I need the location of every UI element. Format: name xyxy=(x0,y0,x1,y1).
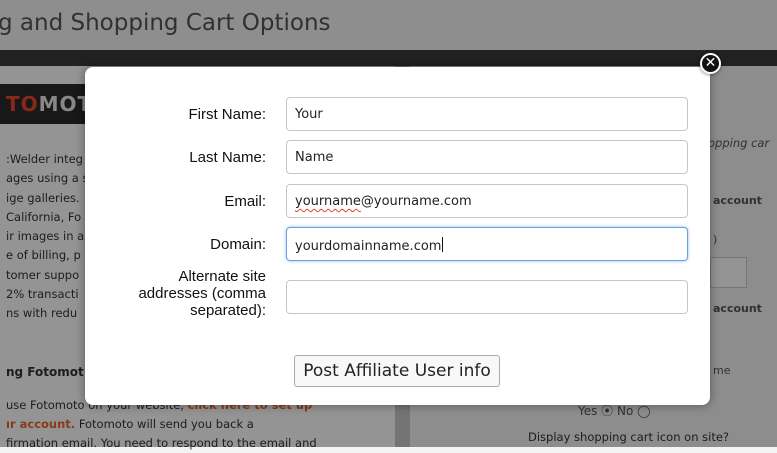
domain-field[interactable]: yourdomainname.com xyxy=(286,227,688,261)
first-name-label: First Name: xyxy=(188,106,266,123)
last-name-label: Last Name: xyxy=(189,149,266,166)
domain-label: Domain: xyxy=(210,236,266,253)
text-caret xyxy=(442,237,444,252)
first-name-field[interactable]: Your xyxy=(286,97,688,131)
post-affiliate-user-info-button[interactable]: Post Affiliate User info xyxy=(294,355,500,387)
email-label: Email: xyxy=(224,193,266,210)
last-name-field[interactable]: Name xyxy=(286,140,688,174)
email-field[interactable]: yourname@yourname.com xyxy=(286,184,688,218)
alternate-addresses-field[interactable] xyxy=(286,280,688,314)
alternate-addresses-label: Alternate site addresses (comma separate… xyxy=(138,268,266,319)
close-icon[interactable]: ✕ xyxy=(700,53,721,74)
affiliate-user-dialog: First Name: Your Last Name: Name Email: … xyxy=(85,67,710,405)
